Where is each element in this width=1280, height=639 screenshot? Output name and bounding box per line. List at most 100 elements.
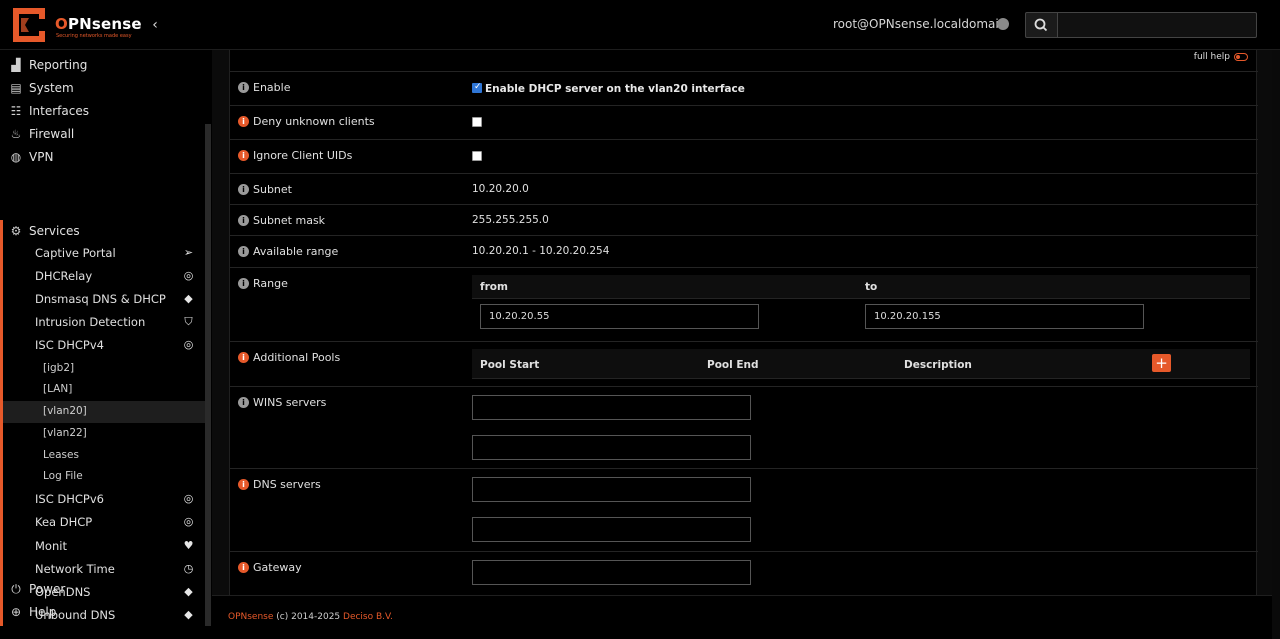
sidebar-item-vlan22[interactable]: [vlan22] — [3, 423, 208, 445]
top-header: OPNsense Securing networks made easy ‹ r… — [0, 0, 1280, 50]
dns-server-1-input[interactable] — [472, 477, 751, 502]
subnet-mask-label: Subnet mask — [253, 214, 326, 227]
shield-icon: ⛉ — [184, 315, 193, 328]
sidebar-item-vlan20[interactable]: [vlan20] — [3, 401, 208, 423]
subnet-value: 10.20.20.0 — [472, 183, 529, 195]
search-icon — [1034, 18, 1048, 32]
sidebar-item-captive-portal[interactable]: Captive Portal ➢ — [3, 242, 208, 264]
sidebar-scrollbar[interactable] — [205, 124, 211, 626]
sidebar-item-leases[interactable]: Leases — [3, 445, 208, 467]
info-icon[interactable]: i — [238, 479, 249, 490]
gateway-label: Gateway — [253, 561, 302, 574]
sidebar-item-network-time[interactable]: Network Time ◷ — [3, 558, 208, 580]
info-icon[interactable]: i — [238, 352, 249, 363]
fire-icon: ♨ — [10, 127, 22, 141]
footer-deciso-link[interactable]: Deciso B.V. — [343, 612, 393, 622]
available-range-label: Available range — [253, 245, 339, 258]
gateway-input[interactable] — [472, 560, 751, 585]
additional-pools-label: Additional Pools — [253, 351, 341, 364]
sidebar-item-isc-dhcpv4[interactable]: ISC DHCPv4 ◎ — [3, 334, 208, 356]
sidebar-item-dhcrelay[interactable]: DHCRelay ◎ — [3, 265, 208, 287]
row-available-range: i Available range 10.20.20.1 - 10.20.20.… — [230, 235, 1258, 267]
deny-unknown-clients-label: Deny unknown clients — [253, 115, 375, 128]
brand-tagline: Securing networks made easy — [56, 33, 132, 39]
server-icon: ▤ — [10, 81, 22, 95]
enable-checkbox[interactable] — [472, 82, 482, 93]
footer-copyright: (c) 2014-2025 — [273, 612, 344, 622]
row-range: i Range from to 10.20.20.55 10.20.20.155 — [230, 267, 1258, 341]
wins-server-1-input[interactable] — [472, 395, 751, 420]
row-ignore-client-uids: i Ignore Client UIDs — [230, 139, 1258, 173]
subnet-mask-value: 255.255.255.0 — [472, 214, 549, 226]
footer: OPNsense (c) 2014-2025 Deciso B.V. — [212, 595, 1272, 639]
row-subnet-mask: i Subnet mask 255.255.255.0 — [230, 204, 1258, 235]
info-icon[interactable]: i — [238, 82, 249, 93]
range-header — [472, 275, 1250, 299]
add-pool-button[interactable]: + — [1152, 354, 1171, 372]
wins-server-2-input[interactable] — [472, 435, 751, 460]
sidebar-item-kea-dhcp[interactable]: Kea DHCP ◎ — [3, 511, 208, 533]
sidebar-item-services[interactable]: ⚙ Services — [0, 220, 205, 242]
row-dns-servers: i DNS servers — [230, 468, 1258, 551]
full-help-toggle[interactable]: full help — [1194, 52, 1248, 62]
bullseye-icon: ◎ — [183, 515, 194, 528]
sidebar-item-igb2[interactable]: [igb2] — [3, 358, 208, 380]
sidebar-item-reporting[interactable]: ▟ Reporting — [0, 54, 205, 76]
dns-server-2-input[interactable] — [472, 517, 751, 542]
subnet-label: Subnet — [253, 183, 292, 196]
range-to-input[interactable]: 10.20.20.155 — [865, 304, 1144, 329]
bullseye-icon: ◎ — [183, 338, 194, 351]
ignore-client-uids-label: Ignore Client UIDs — [253, 149, 353, 162]
opnsense-logo-icon[interactable] — [9, 6, 49, 44]
sidebar-item-vpn[interactable]: ◍ VPN — [0, 146, 205, 168]
chart-icon: ▟ — [11, 58, 21, 72]
sidebar-item-help[interactable]: ⊕ Help — [0, 601, 205, 623]
sidebar: ▟ Reporting ▤ System ☷ Interfaces ♨ Fire… — [0, 50, 212, 639]
info-icon[interactable]: i — [238, 116, 249, 127]
sidebar-item-lan[interactable]: [LAN] — [3, 379, 208, 401]
pool-end-header: Pool End — [707, 359, 759, 371]
sidebar-item-intrusion-detection[interactable]: Intrusion Detection ⛉ — [3, 311, 208, 333]
footer-opnsense-link[interactable]: OPNsense — [228, 612, 273, 622]
deny-unknown-clients-checkbox[interactable] — [472, 117, 482, 127]
range-label: Range — [253, 277, 288, 290]
info-icon[interactable]: i — [238, 215, 249, 226]
status-indicator[interactable] — [997, 18, 1009, 30]
cog-icon: ⚙ — [10, 224, 22, 238]
range-to-header: to — [865, 281, 878, 293]
sidebar-item-interfaces[interactable]: ☷ Interfaces — [0, 100, 205, 122]
info-icon[interactable]: i — [238, 150, 249, 161]
row-deny-unknown-clients: i Deny unknown clients — [230, 105, 1258, 139]
row-gateway: i Gateway — [230, 551, 1258, 595]
available-range-value: 10.20.20.1 - 10.20.20.254 — [472, 245, 610, 257]
ignore-client-uids-checkbox[interactable] — [472, 151, 482, 161]
brand-name: OPNsense — [55, 15, 142, 33]
info-icon[interactable]: i — [238, 246, 249, 257]
heartbeat-icon: ♥ — [183, 539, 194, 552]
dns-servers-label: DNS servers — [253, 478, 321, 491]
info-icon[interactable]: i — [238, 397, 249, 408]
info-icon[interactable]: i — [238, 562, 249, 573]
info-icon[interactable]: i — [238, 184, 249, 195]
sidebar-item-isc-dhcpv6[interactable]: ISC DHCPv6 ◎ — [3, 488, 208, 510]
range-from-input[interactable]: 10.20.20.55 — [480, 304, 759, 329]
sidebar-item-system[interactable]: ▤ System — [0, 77, 205, 99]
sidebar-item-dnsmasq[interactable]: Dnsmasq DNS & DHCP ◆ — [3, 288, 208, 310]
row-enable: i Enable Enable DHCP server on the vlan2… — [230, 71, 1258, 105]
enable-checkbox-label[interactable]: Enable DHCP server on the vlan20 interfa… — [485, 83, 745, 95]
page-scrollbar[interactable] — [1272, 50, 1280, 639]
sidebar-item-log-file[interactable]: Log File — [3, 466, 208, 488]
main-content: full help i Enable Enable DHCP server on… — [212, 50, 1272, 595]
services-group: ⚙ Services Captive Portal ➢ DHCRelay ◎ D… — [0, 220, 208, 626]
toggle-switch-icon — [1234, 53, 1248, 61]
sidebar-item-firewall[interactable]: ♨ Firewall — [0, 123, 205, 145]
range-from-header: from — [480, 281, 508, 293]
search-input[interactable] — [1057, 12, 1257, 38]
sidebar-collapse-chevron-left-icon[interactable]: ‹ — [148, 16, 162, 34]
dhcp-settings-panel: full help i Enable Enable DHCP server on… — [229, 50, 1258, 595]
info-icon[interactable]: i — [238, 278, 249, 289]
sidebar-item-monit[interactable]: Monit ♥ — [3, 535, 208, 557]
search-button[interactable] — [1025, 12, 1058, 38]
user-account[interactable]: root@OPNsense.localdomain — [833, 17, 1006, 31]
sidebar-item-power[interactable]: ⏻ Power — [0, 578, 205, 600]
